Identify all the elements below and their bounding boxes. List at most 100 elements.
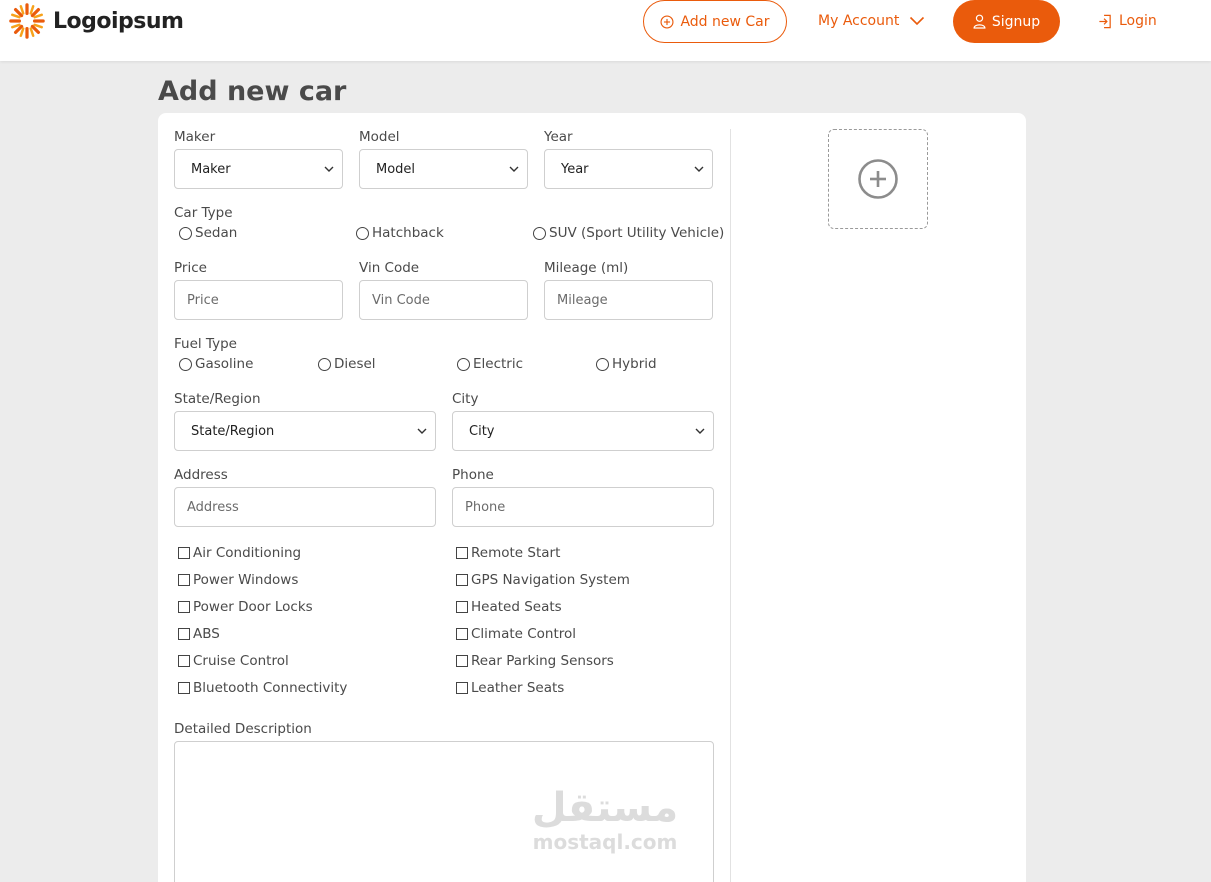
price-input[interactable] — [174, 280, 343, 320]
car-type-option-label: Sedan — [195, 225, 238, 241]
fuel-type-radio-electric[interactable]: Electric — [457, 356, 523, 372]
add-car-form-card: Maker Maker Model Model Year Year Car Ty… — [158, 113, 1026, 882]
checkbox-box[interactable] — [456, 601, 468, 613]
radio-circle[interactable] — [318, 357, 331, 371]
maker-select[interactable]: Maker — [174, 149, 343, 189]
phone-label: Phone — [452, 467, 494, 483]
feature-label: Leather Seats — [471, 680, 565, 696]
checkbox-box[interactable] — [178, 628, 190, 640]
feature-checkbox-power-door-locks[interactable]: Power Door Locks — [178, 599, 313, 615]
checkbox-box[interactable] — [178, 682, 190, 694]
chevron-down-icon — [509, 166, 519, 172]
add-new-car-button[interactable]: Add new Car — [643, 0, 787, 43]
fuel-type-radio-hybrid[interactable]: Hybrid — [596, 356, 657, 372]
column-divider — [730, 129, 731, 882]
sunburst-logo-icon — [9, 3, 45, 39]
vin-code-label: Vin Code — [359, 260, 420, 276]
feature-checkbox-leather-seats[interactable]: Leather Seats — [456, 680, 564, 696]
fuel-type-radio-diesel[interactable]: Diesel — [318, 356, 376, 372]
vin-code-input[interactable] — [359, 280, 528, 320]
plus-circle-icon — [858, 159, 898, 199]
watermark-arabic: مستقل — [531, 785, 679, 831]
login-icon — [1099, 14, 1111, 28]
feature-label: Remote Start — [471, 545, 561, 561]
description-label: Detailed Description — [174, 721, 312, 737]
page-title: Add new car — [158, 76, 347, 107]
maker-select-value: Maker — [191, 161, 231, 177]
radio-circle[interactable] — [596, 357, 609, 371]
checkbox-box[interactable] — [456, 547, 468, 559]
watermark-latin: mostaql.com — [532, 830, 678, 854]
state-region-select-value: State/Region — [191, 423, 275, 439]
signup-button[interactable]: Signup — [953, 0, 1060, 43]
car-type-radio-hatchback[interactable]: Hatchback — [356, 225, 444, 241]
feature-checkbox-climate-control[interactable]: Climate Control — [456, 626, 576, 642]
feature-checkbox-power-windows[interactable]: Power Windows — [178, 572, 298, 588]
chevron-down-icon — [417, 428, 427, 434]
feature-label: Air Conditioning — [193, 545, 302, 561]
fuel-type-option-label: Gasoline — [195, 356, 254, 372]
checkbox-box[interactable] — [456, 655, 468, 667]
car-type-radio-suv[interactable]: SUV (Sport Utility Vehicle) — [533, 225, 724, 241]
feature-label: Power Door Locks — [193, 599, 313, 615]
feature-checkbox-rear-parking-sensors[interactable]: Rear Parking Sensors — [456, 653, 614, 669]
feature-label: Heated Seats — [471, 599, 562, 615]
feature-label: Climate Control — [471, 626, 577, 642]
state-region-label: State/Region — [174, 391, 261, 407]
add-new-car-label: Add new Car — [680, 13, 770, 30]
checkbox-box[interactable] — [178, 547, 190, 559]
user-icon — [973, 14, 986, 29]
chevron-down-icon — [694, 166, 704, 172]
address-label: Address — [174, 467, 228, 483]
my-account-menu[interactable]: My Account — [818, 10, 925, 32]
top-navbar: Logoipsum Add new Car My Account Signup … — [0, 0, 1211, 61]
address-input[interactable] — [174, 487, 436, 527]
checkbox-box[interactable] — [178, 601, 190, 613]
feature-checkbox-air-conditioning[interactable]: Air Conditioning — [178, 545, 301, 561]
feature-label: Bluetooth Connectivity — [193, 680, 348, 696]
feature-checkbox-gps-navigation[interactable]: GPS Navigation System — [456, 572, 630, 588]
radio-circle[interactable] — [533, 226, 546, 240]
radio-circle[interactable] — [179, 357, 192, 371]
feature-label: Cruise Control — [193, 653, 289, 669]
city-label: City — [452, 391, 479, 407]
checkbox-box[interactable] — [178, 655, 190, 667]
checkbox-box[interactable] — [456, 628, 468, 640]
logo[interactable]: Logoipsum — [8, 2, 184, 40]
radio-circle[interactable] — [457, 357, 470, 371]
model-select[interactable]: Model — [359, 149, 528, 189]
image-upload-box[interactable] — [828, 129, 928, 229]
fuel-type-option-label: Hybrid — [612, 356, 657, 372]
model-select-value: Model — [376, 161, 416, 177]
price-label: Price — [174, 260, 207, 276]
login-link[interactable]: Login — [1098, 10, 1157, 32]
fuel-type-radio-gasoline[interactable]: Gasoline — [179, 356, 253, 372]
year-label: Year — [544, 129, 573, 145]
feature-checkbox-bluetooth[interactable]: Bluetooth Connectivity — [178, 680, 347, 696]
checkbox-box[interactable] — [456, 682, 468, 694]
maker-label: Maker — [174, 129, 216, 145]
year-select[interactable]: Year — [544, 149, 713, 189]
checkbox-box[interactable] — [178, 574, 190, 586]
mileage-input[interactable] — [544, 280, 713, 320]
login-label: Login — [1119, 13, 1157, 29]
year-select-value: Year — [561, 161, 589, 177]
feature-label: Rear Parking Sensors — [471, 653, 614, 669]
fuel-type-label: Fuel Type — [174, 336, 237, 352]
feature-checkbox-abs[interactable]: ABS — [178, 626, 220, 642]
car-type-radio-sedan[interactable]: Sedan — [179, 225, 237, 241]
checkbox-box[interactable] — [456, 574, 468, 586]
feature-checkbox-cruise-control[interactable]: Cruise Control — [178, 653, 289, 669]
city-select-value: City — [469, 423, 495, 439]
state-region-select[interactable]: State/Region — [174, 411, 436, 451]
radio-circle[interactable] — [356, 226, 369, 240]
phone-input[interactable] — [452, 487, 714, 527]
fuel-type-option-label: Diesel — [334, 356, 376, 372]
car-type-label: Car Type — [174, 205, 233, 221]
feature-checkbox-remote-start[interactable]: Remote Start — [456, 545, 560, 561]
city-select[interactable]: City — [452, 411, 714, 451]
plus-circle-icon — [660, 14, 674, 29]
radio-circle[interactable] — [179, 226, 192, 240]
car-type-option-label: Hatchback — [372, 225, 444, 241]
feature-checkbox-heated-seats[interactable]: Heated Seats — [456, 599, 562, 615]
